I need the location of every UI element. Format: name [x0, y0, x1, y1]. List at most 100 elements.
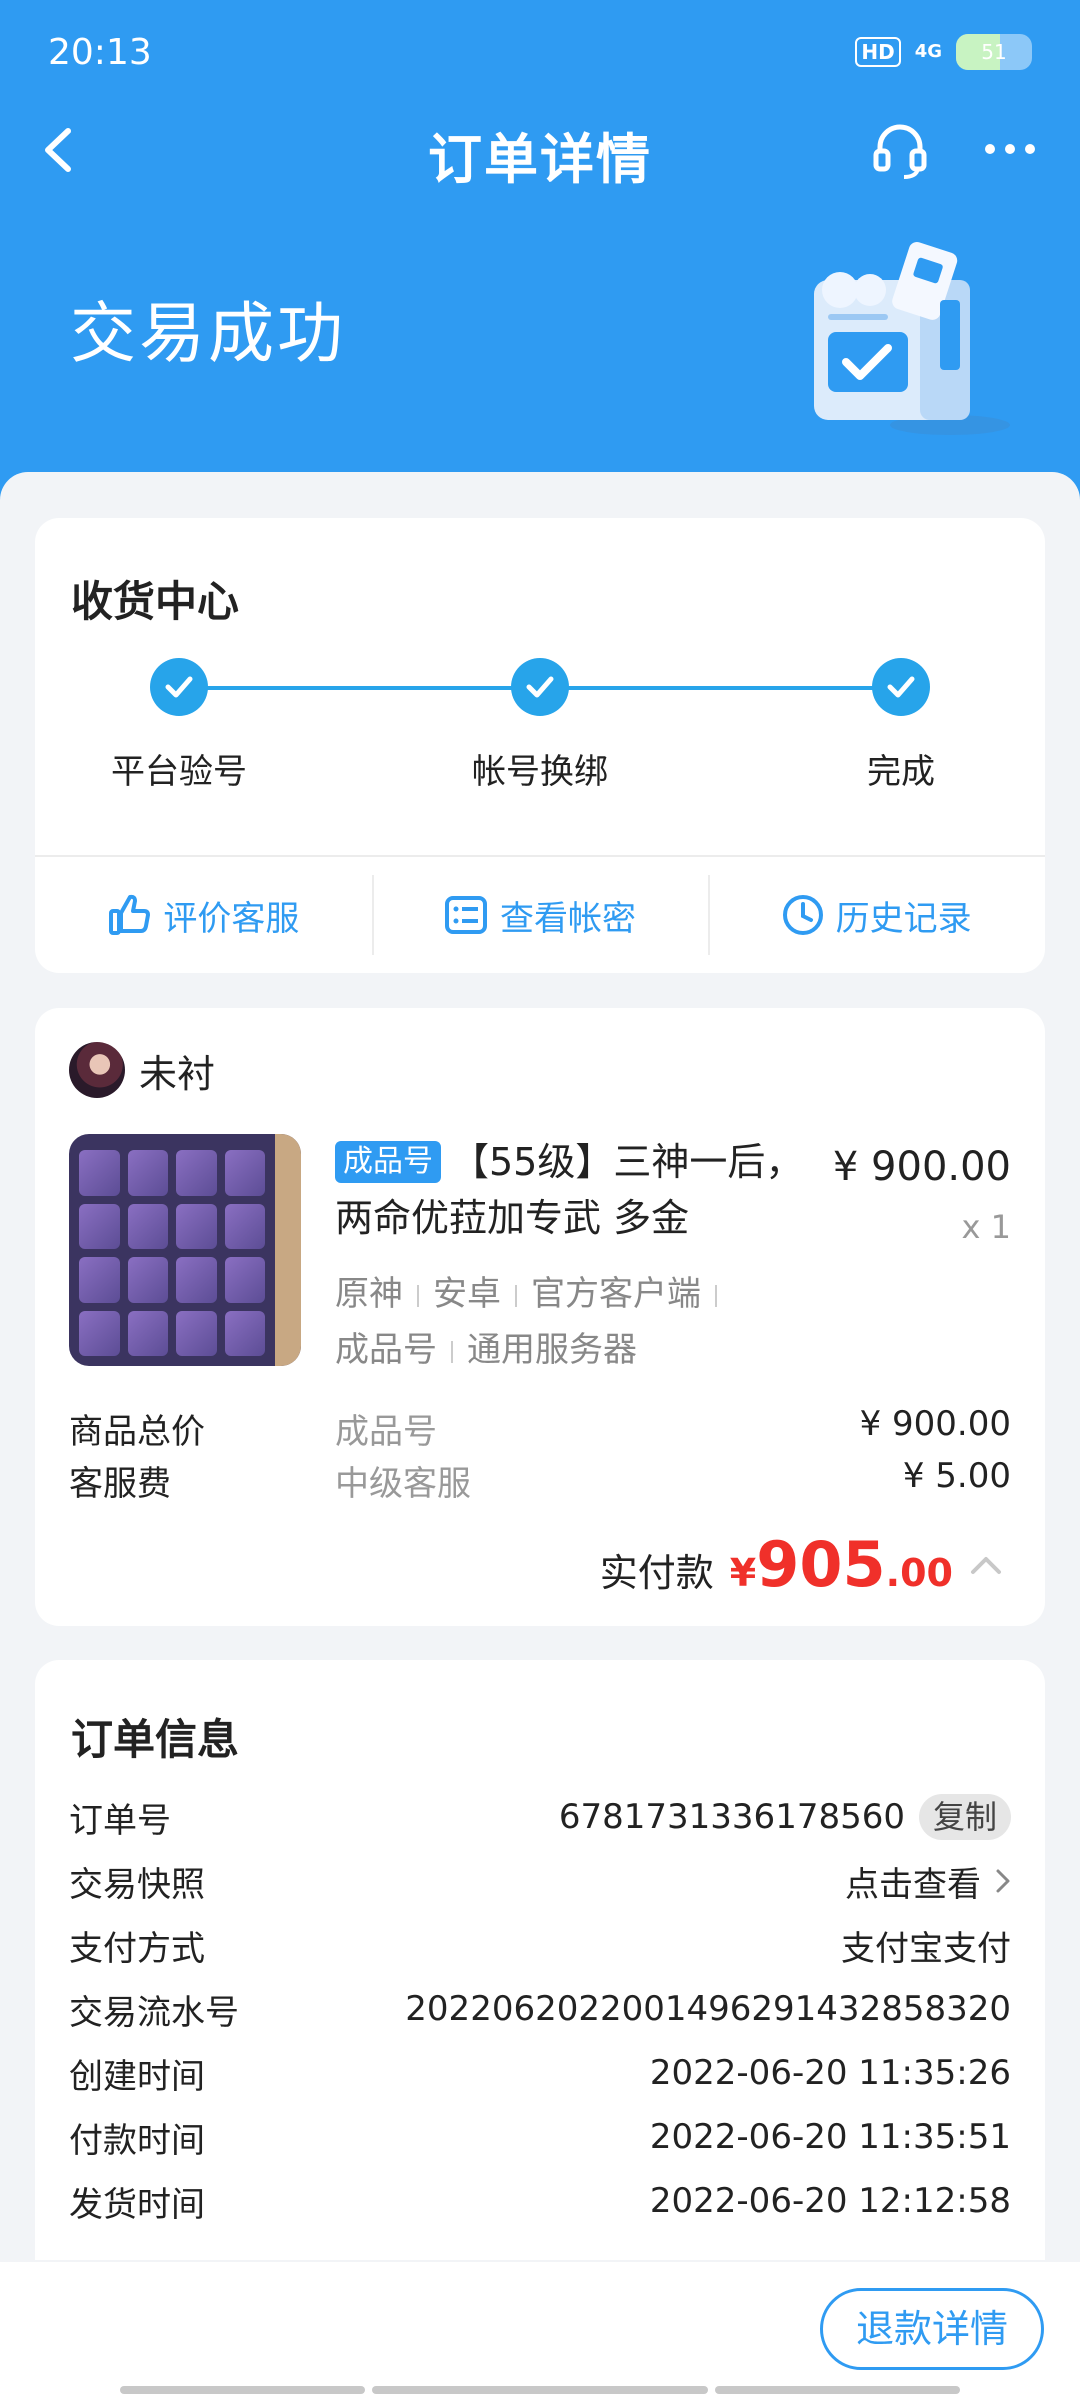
goods-card: 未衬 成品号 【55级】三神一后，两命优菈加专武 多金 ¥ 900.00 x 1 … [35, 1008, 1045, 1626]
info-row-paid-time: 付款时间 2022-06-20 11:35:51 [69, 2112, 1011, 2162]
step-check-icon [511, 658, 569, 716]
chevron-up-icon[interactable] [969, 1554, 1003, 1576]
info-value: 2022-06-20 12:12:58 [649, 2181, 1011, 2221]
goods-title[interactable]: 成品号 【55级】三神一后，两命优菈加专武 多金 [335, 1134, 825, 1246]
hd-icon: HD [855, 37, 901, 67]
step-label: 帐号换绑 [472, 752, 608, 792]
info-label: 发货时间 [69, 2184, 205, 2225]
receipt-center-title: 收货中心 [71, 577, 240, 626]
order-status-title: 交易成功 [70, 295, 346, 372]
step-1: 平台验号 [79, 658, 279, 793]
seller-info[interactable]: 未衬 [69, 1042, 215, 1098]
fee-value: ¥ 5.00 [902, 1456, 1011, 1496]
order-info-card: 订单信息 订单号 6781731336178560 复制 交易快照 点击查看 支… [35, 1660, 1045, 2260]
attrs-line-1: 原神 安卓 官方客户端 [335, 1266, 785, 1322]
total-label: 实付款 [599, 1551, 714, 1595]
history-button[interactable]: 历史记录 [708, 857, 1045, 973]
info-row-delivery-time: 发货时间 2022-06-20 12:12:58 [69, 2176, 1011, 2226]
total-amount: ¥905.00 [730, 1528, 953, 1601]
info-value: 点击查看 [845, 1857, 1011, 1906]
battery-text: 51 [981, 40, 1007, 64]
rate-service-label: 评价客服 [163, 898, 300, 939]
clock-icon [782, 895, 823, 935]
info-value: 2022-06-20 11:35:26 [649, 2053, 1011, 2093]
order-complete-illustration [814, 242, 1010, 435]
info-label: 交易快照 [69, 1864, 205, 1905]
rate-service-button[interactable]: 评价客服 [35, 857, 372, 973]
info-value: 支付宝支付 [841, 1928, 1011, 1969]
progress-steps: 平台验号 帐号换绑 完成 [35, 658, 1045, 792]
customer-service-headset-icon[interactable] [870, 119, 930, 179]
gesture-bar [372, 2386, 708, 2394]
info-label: 交易流水号 [69, 1992, 239, 2033]
goods-price: ¥ 900.00 [832, 1144, 1011, 1190]
attr: 安卓 [433, 1274, 501, 1314]
network-signal-icon: 4G [914, 41, 942, 62]
fee-label: 客服费 [69, 1464, 171, 1504]
info-label: 创建时间 [69, 2056, 205, 2097]
copy-button[interactable]: 复制 [918, 1794, 1011, 1840]
goods-thumbnail[interactable] [69, 1134, 301, 1366]
view-credentials-button[interactable]: 查看帐密 [371, 857, 709, 973]
total-integer: 905 [756, 1528, 886, 1601]
order-number: 6781731336178560 [558, 1797, 905, 1837]
thumbnail-side-panel [275, 1134, 301, 1366]
attr: 原神 [335, 1274, 403, 1314]
step-2: 帐号换绑 [440, 658, 640, 793]
list-icon [445, 896, 487, 934]
info-row-payment-method: 支付方式 支付宝支付 [69, 1920, 1011, 1970]
more-options-icon[interactable] [980, 129, 1040, 169]
info-value: 6781731336178560 复制 [559, 1794, 1011, 1840]
step-label: 平台验号 [111, 752, 247, 792]
receipt-center-card: 收货中心 平台验号 帐号换绑 完成 评价客服 查看帐密 历史记录 [35, 518, 1045, 973]
currency-symbol: ¥ [729, 1551, 757, 1595]
info-row-order-number: 订单号 6781731336178560 复制 [69, 1792, 1011, 1842]
status-time: 20:13 [48, 31, 152, 73]
view-credentials-label: 查看帐密 [500, 898, 636, 939]
order-info-title: 订单信息 [71, 1715, 240, 1764]
goods-quantity: x 1 [961, 1208, 1011, 1246]
info-value: 2022062022001496291432858320 [405, 1989, 1011, 2029]
total-decimal: .00 [885, 1551, 953, 1595]
total-paid[interactable]: 实付款 ¥905.00 [600, 1528, 1003, 1601]
thumbs-up-icon [109, 894, 151, 935]
step-3: 完成 [801, 658, 1001, 793]
history-label: 历史记录 [835, 898, 972, 939]
info-label: 付款时间 [69, 2120, 205, 2161]
battery-icon: 51 [956, 34, 1032, 70]
receipt-actions: 评价客服 查看帐密 历史记录 [35, 855, 1045, 973]
thumbnail-grid [79, 1150, 265, 1356]
info-label: 支付方式 [69, 1928, 205, 1969]
seller-avatar [69, 1042, 125, 1098]
step-label: 完成 [867, 752, 935, 792]
header: 20:13 HD 4G 51 订单详情 交易成功 [0, 0, 1080, 500]
chevron-right-icon [996, 1869, 1010, 1893]
attrs-line-2: 成品号 通用服务器 [335, 1322, 785, 1378]
refund-details-button[interactable]: 退款详情 [820, 2288, 1044, 2370]
bottom-action-bar: 退款详情 [0, 2262, 1080, 2400]
navbar: 订单详情 [0, 105, 1080, 195]
attr: 通用服务器 [467, 1330, 637, 1370]
info-row-created-time: 创建时间 2022-06-20 11:35:26 [69, 2048, 1011, 2098]
gesture-bar [715, 2386, 960, 2394]
goods-tag: 成品号 [335, 1141, 441, 1183]
goods-attributes: 原神 安卓 官方客户端 成品号 通用服务器 [335, 1266, 785, 1378]
seller-name: 未衬 [139, 1051, 216, 1096]
fee-row-service: 客服费 中级客服 ¥ 5.00 [69, 1456, 1011, 1506]
status-bar: 20:13 HD 4G 51 [48, 28, 1032, 76]
step-check-icon [150, 658, 208, 716]
info-row-transaction-id: 交易流水号 2022062022001496291432858320 [69, 1984, 1011, 2034]
gesture-bar [120, 2386, 365, 2394]
snapshot-link: 点击查看 [845, 1864, 981, 1905]
fee-note: 中级客服 [335, 1464, 471, 1504]
fee-value: ¥ 900.00 [859, 1404, 1011, 1444]
info-label: 订单号 [69, 1800, 171, 1841]
fee-label: 商品总价 [69, 1412, 205, 1452]
fee-row-goods-total: 商品总价 成品号 ¥ 900.00 [69, 1404, 1011, 1454]
status-icons: HD 4G 51 [855, 34, 1032, 70]
step-check-icon [872, 658, 930, 716]
fee-note: 成品号 [335, 1412, 437, 1452]
info-value: 2022-06-20 11:35:51 [649, 2117, 1011, 2157]
attr: 成品号 [335, 1330, 437, 1370]
info-row-snapshot[interactable]: 交易快照 点击查看 [69, 1856, 1011, 1906]
